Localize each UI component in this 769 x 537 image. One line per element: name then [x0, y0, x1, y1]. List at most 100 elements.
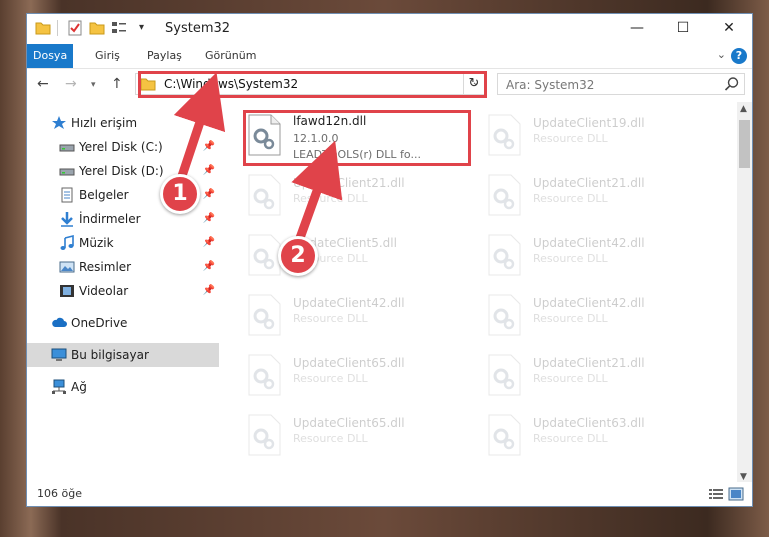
dll-file-icon: [248, 174, 281, 216]
network-icon: [52, 379, 66, 394]
back-arrow-icon[interactable]: ←: [37, 76, 49, 92]
address-path[interactable]: C:\Windows\System32: [164, 77, 298, 91]
expand-ribbon-chevron-icon[interactable]: ⌄: [717, 48, 726, 61]
tab-paylas[interactable]: Paylaş: [137, 44, 192, 68]
file-name: UpdateClient65.dll: [293, 416, 405, 430]
file-item[interactable]: UpdateClient63.dll Resource DLL: [467, 404, 697, 460]
file-description: Resource DLL: [293, 192, 368, 205]
file-description: Resource DLL: [533, 192, 608, 205]
maximize-button[interactable]: ☐: [660, 14, 706, 44]
new-folder-icon[interactable]: [89, 20, 105, 36]
dll-file-icon: [248, 414, 281, 456]
scroll-up-icon[interactable]: ▲: [740, 104, 747, 114]
dll-file-icon: [488, 114, 521, 156]
download-icon: [61, 212, 73, 227]
sidebar-item-music[interactable]: Müzik 📌: [27, 231, 219, 255]
pin-icon[interactable]: 📌: [203, 279, 215, 303]
file-name: UpdateClient19.dll: [533, 116, 645, 130]
file-name: UpdateClient21.dll: [533, 176, 645, 190]
file-list: lfawd12n.dll 12.1.0.0 LEADTOOLS(r) DLL f…: [227, 104, 737, 484]
explorer-window: ▾ System32 — ☐ ✕ Dosya Giriş Paylaş Görü…: [26, 13, 753, 507]
toolbar-separator: [57, 20, 58, 36]
folder-icon[interactable]: [35, 20, 51, 36]
address-bar[interactable]: C:\Windows\System32 ⌄: [135, 73, 485, 95]
search-input[interactable]: [504, 76, 718, 94]
pin-icon[interactable]: 📌: [203, 183, 215, 207]
tab-dosya[interactable]: Dosya: [27, 44, 73, 68]
file-name: UpdateClient65.dll: [293, 356, 405, 370]
up-arrow-icon[interactable]: ↑: [111, 76, 123, 92]
details-view-icon[interactable]: [708, 487, 724, 501]
title-bar: ▾ System32 — ☐ ✕: [27, 14, 752, 44]
file-description: Resource DLL: [293, 432, 368, 445]
file-item[interactable]: UpdateClient5.dll Resource DLL: [227, 224, 457, 280]
large-icons-view-icon[interactable]: [728, 487, 744, 501]
videos-icon: [60, 285, 74, 297]
dll-file-icon: [488, 414, 521, 456]
file-name: UpdateClient21.dll: [293, 176, 405, 190]
customize-toolbar-chevron-icon[interactable]: ▾: [139, 22, 155, 38]
file-description: Resource DLL: [293, 312, 368, 325]
help-icon[interactable]: ?: [731, 48, 747, 64]
sidebar-item-network[interactable]: Ağ: [27, 375, 219, 399]
file-description: LEADTOOLS(r) DLL fo...: [293, 148, 421, 161]
file-name: UpdateClient42.dll: [533, 236, 645, 250]
scroll-down-icon[interactable]: ▼: [740, 472, 747, 482]
file-item[interactable]: UpdateClient65.dll Resource DLL: [227, 404, 457, 460]
minimize-button[interactable]: —: [614, 14, 660, 44]
file-item[interactable]: UpdateClient21.dll Resource DLL: [227, 164, 457, 220]
pin-icon[interactable]: 📌: [203, 135, 215, 159]
file-name: UpdateClient42.dll: [293, 296, 405, 310]
status-bar: 106 öğe: [27, 482, 752, 506]
item-count: 106 öğe: [37, 487, 82, 500]
dll-file-icon: [248, 294, 281, 336]
recent-locations-chevron-icon[interactable]: ▾: [91, 80, 96, 90]
file-name: UpdateClient63.dll: [533, 416, 645, 430]
music-icon: [60, 235, 74, 250]
drive-icon: [59, 168, 75, 176]
pin-icon[interactable]: 📌: [203, 255, 215, 279]
file-item[interactable]: UpdateClient42.dll Resource DLL: [467, 284, 697, 340]
tab-giris[interactable]: Giriş: [85, 44, 130, 68]
star-icon: [52, 116, 66, 129]
sidebar-item-pictures[interactable]: Resimler 📌: [27, 255, 219, 279]
forward-arrow-icon[interactable]: →: [65, 76, 77, 92]
dll-file-icon: [248, 234, 281, 276]
file-item-lfawd12n[interactable]: lfawd12n.dll 12.1.0.0 LEADTOOLS(r) DLL f…: [227, 104, 457, 161]
refresh-button[interactable]: ↻: [463, 73, 485, 95]
file-name: UpdateClient21.dll: [533, 356, 645, 370]
properties-check-icon[interactable]: [67, 20, 83, 36]
documents-icon: [61, 187, 73, 203]
file-item[interactable]: UpdateClient21.dll Resource DLL: [467, 344, 697, 400]
sidebar-item-quick-access[interactable]: Hızlı erişim: [27, 111, 219, 135]
file-name: UpdateClient42.dll: [533, 296, 645, 310]
sidebar-item-this-pc[interactable]: Bu bilgisayar: [27, 343, 219, 367]
file-version: 12.1.0.0: [293, 132, 339, 145]
pin-icon[interactable]: 📌: [203, 207, 215, 231]
file-item[interactable]: UpdateClient65.dll Resource DLL: [227, 344, 457, 400]
search-box[interactable]: [497, 73, 745, 95]
sidebar-item-videos[interactable]: Videolar 📌: [27, 279, 219, 303]
dll-file-icon: [488, 234, 521, 276]
file-item[interactable]: UpdateClient19.dll Resource DLL: [467, 104, 697, 160]
file-item[interactable]: UpdateClient42.dll Resource DLL: [227, 284, 457, 340]
file-item[interactable]: UpdateClient42.dll Resource DLL: [467, 224, 697, 280]
close-button[interactable]: ✕: [706, 14, 752, 44]
pin-icon[interactable]: 📌: [203, 159, 215, 183]
sidebar-item-local-disk-c[interactable]: Yerel Disk (C:) 📌: [27, 135, 219, 159]
view-list-icon[interactable]: [111, 20, 127, 36]
window-title: System32: [165, 21, 231, 36]
dll-file-icon: [488, 354, 521, 396]
scroll-thumb[interactable]: [739, 120, 750, 168]
file-description: Resource DLL: [293, 372, 368, 385]
tab-gorunum[interactable]: Görünüm: [195, 44, 266, 68]
sidebar-item-onedrive[interactable]: OneDrive: [27, 311, 219, 335]
pictures-icon: [59, 261, 75, 273]
vertical-scrollbar[interactable]: ▲ ▼: [737, 102, 752, 484]
pin-icon[interactable]: 📌: [203, 231, 215, 255]
search-icon[interactable]: [724, 76, 740, 92]
dll-file-icon: [248, 114, 281, 156]
computer-icon: [51, 348, 67, 361]
navigation-bar: ← → ▾ ↑ C:\Windows\System32 ⌄ ↻: [27, 69, 752, 101]
file-item[interactable]: UpdateClient21.dll Resource DLL: [467, 164, 697, 220]
